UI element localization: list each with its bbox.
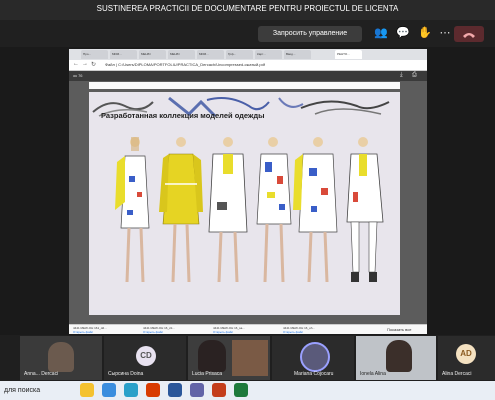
browser-tab[interactable]: Про... <box>81 50 108 59</box>
download-item[interactable]: 4441 MEW-OH 16_oh... Открыть файл <box>283 326 343 334</box>
participant-tile[interactable]: CD Сырсина Doina <box>104 336 186 380</box>
browser-tab[interactable]: Ввод... <box>284 50 311 59</box>
fashion-figure-2 <box>159 137 203 283</box>
more-icon[interactable]: ⋯ <box>438 26 452 40</box>
download-icon[interactable]: ⤓ <box>400 72 403 79</box>
downloads-bar: 4441 MEW-OH 161_dd... Открыть файл 4441 M… <box>69 324 427 334</box>
browser-tab[interactable]: MDM... <box>197 50 224 59</box>
forward-icon[interactable]: → <box>82 61 88 67</box>
download-open-link[interactable]: Открыть файл <box>143 330 203 334</box>
pdf-page: Разработанная коллекция моделей одежды <box>89 92 400 315</box>
participant-name: Anna... Dercaci <box>24 371 59 377</box>
url-text[interactable]: Файл | C:/Users/DIPLOMA/PORTFOLIU/PRACTI… <box>105 61 335 69</box>
shared-browser-window: Про... MDM... МЕНЮ МЕНЮ MDM... Грф... Ка… <box>69 49 427 334</box>
browser-tab[interactable]: МЕНЮ <box>139 50 166 59</box>
address-bar[interactable]: ← → ↻ Файл | C:/Users/DIPLOMA/PORTFOLIU/… <box>69 60 427 71</box>
excel-icon[interactable] <box>234 383 248 397</box>
participant-tile[interactable]: AD Alina Dercaci <box>438 336 495 380</box>
previous-page-edge <box>89 82 400 89</box>
browser-tab[interactable]: MDM... <box>110 50 137 59</box>
participant-name: Сырсина Doina <box>108 371 144 377</box>
fashion-figure-6 <box>346 137 384 282</box>
page-counter: ок 76 <box>73 73 83 78</box>
participant-tile[interactable]: Anna... Dercaci <box>20 336 102 380</box>
print-icon[interactable]: ⎙ <box>412 72 417 79</box>
slide-title: Разработанная коллекция моделей одежды <box>101 111 265 120</box>
phone-hangup-icon <box>463 33 475 38</box>
participant-tile[interactable]: Mariana Cojocaru <box>272 336 354 380</box>
download-open-link[interactable]: Открыть файл <box>73 330 133 334</box>
fashion-figure-5 <box>293 137 338 283</box>
participant-avatar: AD <box>456 344 476 364</box>
browser-tab[interactable]: Грф... <box>226 50 253 59</box>
download-item[interactable]: 4441 MEW-OH 16_sa... Открыть файл <box>213 326 273 334</box>
download-item[interactable]: 4441 MEW-OH 16_ctt... Открыть файл <box>143 326 203 334</box>
teams-icon[interactable] <box>190 383 204 397</box>
people-icon[interactable]: 👥 <box>374 26 388 40</box>
participant-avatar <box>300 342 330 372</box>
powerpoint-icon[interactable] <box>146 383 160 397</box>
participant-tile[interactable]: Ionela Alina <box>356 336 436 380</box>
participant-name: Mariana Cojocaru <box>294 371 334 377</box>
pdf-toolbar: ок 76 ⤓ ⎙ <box>69 71 427 81</box>
chrome-icon[interactable] <box>80 383 94 397</box>
fashion-figure-4 <box>256 137 292 283</box>
participant-video <box>48 342 74 372</box>
explorer-icon[interactable] <box>102 383 116 397</box>
app-icon[interactable] <box>212 383 226 397</box>
browser-tab-active[interactable]: РЕНТО... <box>335 50 362 59</box>
edge-icon[interactable] <box>124 383 138 397</box>
back-icon[interactable]: ← <box>73 61 79 67</box>
raise-hand-icon[interactable]: ✋ <box>418 26 432 40</box>
download-open-link[interactable]: Открыть файл <box>213 330 273 334</box>
participant-name: Ionela Alina <box>360 371 386 377</box>
participant-avatar: CD <box>136 346 156 366</box>
participant-video <box>386 340 412 372</box>
fashion-figure-1 <box>115 137 150 283</box>
participant-video <box>198 340 226 372</box>
request-control-button[interactable]: Запросить управление <box>258 26 362 42</box>
download-item[interactable]: 4441 MEW-OH 161_dd... Открыть файл <box>73 326 133 334</box>
participant-name: Lucia Prisaca <box>192 371 223 377</box>
browser-tab-strip: Про... MDM... МЕНЮ МЕНЮ MDM... Грф... Ка… <box>69 49 427 60</box>
show-all-downloads-link[interactable]: Показать все <box>387 327 411 332</box>
participant-tile[interactable]: Lucia Prisaca <box>188 336 270 380</box>
word-icon[interactable] <box>168 383 182 397</box>
browser-tab[interactable]: Карт... <box>255 50 282 59</box>
fashion-figure-3 <box>208 137 248 283</box>
meeting-title: SUSTINEREA PRACTICII DE DOCUMENTARE PENT… <box>96 4 399 13</box>
participant-background <box>232 340 268 376</box>
leave-button[interactable] <box>454 26 484 42</box>
browser-tab[interactable]: МЕНЮ <box>168 50 195 59</box>
participant-name: Alina Dercaci <box>442 371 472 377</box>
reload-icon[interactable]: ↻ <box>91 61 96 68</box>
taskbar-search-input[interactable]: для поиска <box>0 381 70 400</box>
chat-icon[interactable]: 💬 <box>396 26 410 40</box>
download-open-link[interactable]: Открыть файл <box>283 330 343 334</box>
fashion-collection-illustration <box>115 137 384 283</box>
